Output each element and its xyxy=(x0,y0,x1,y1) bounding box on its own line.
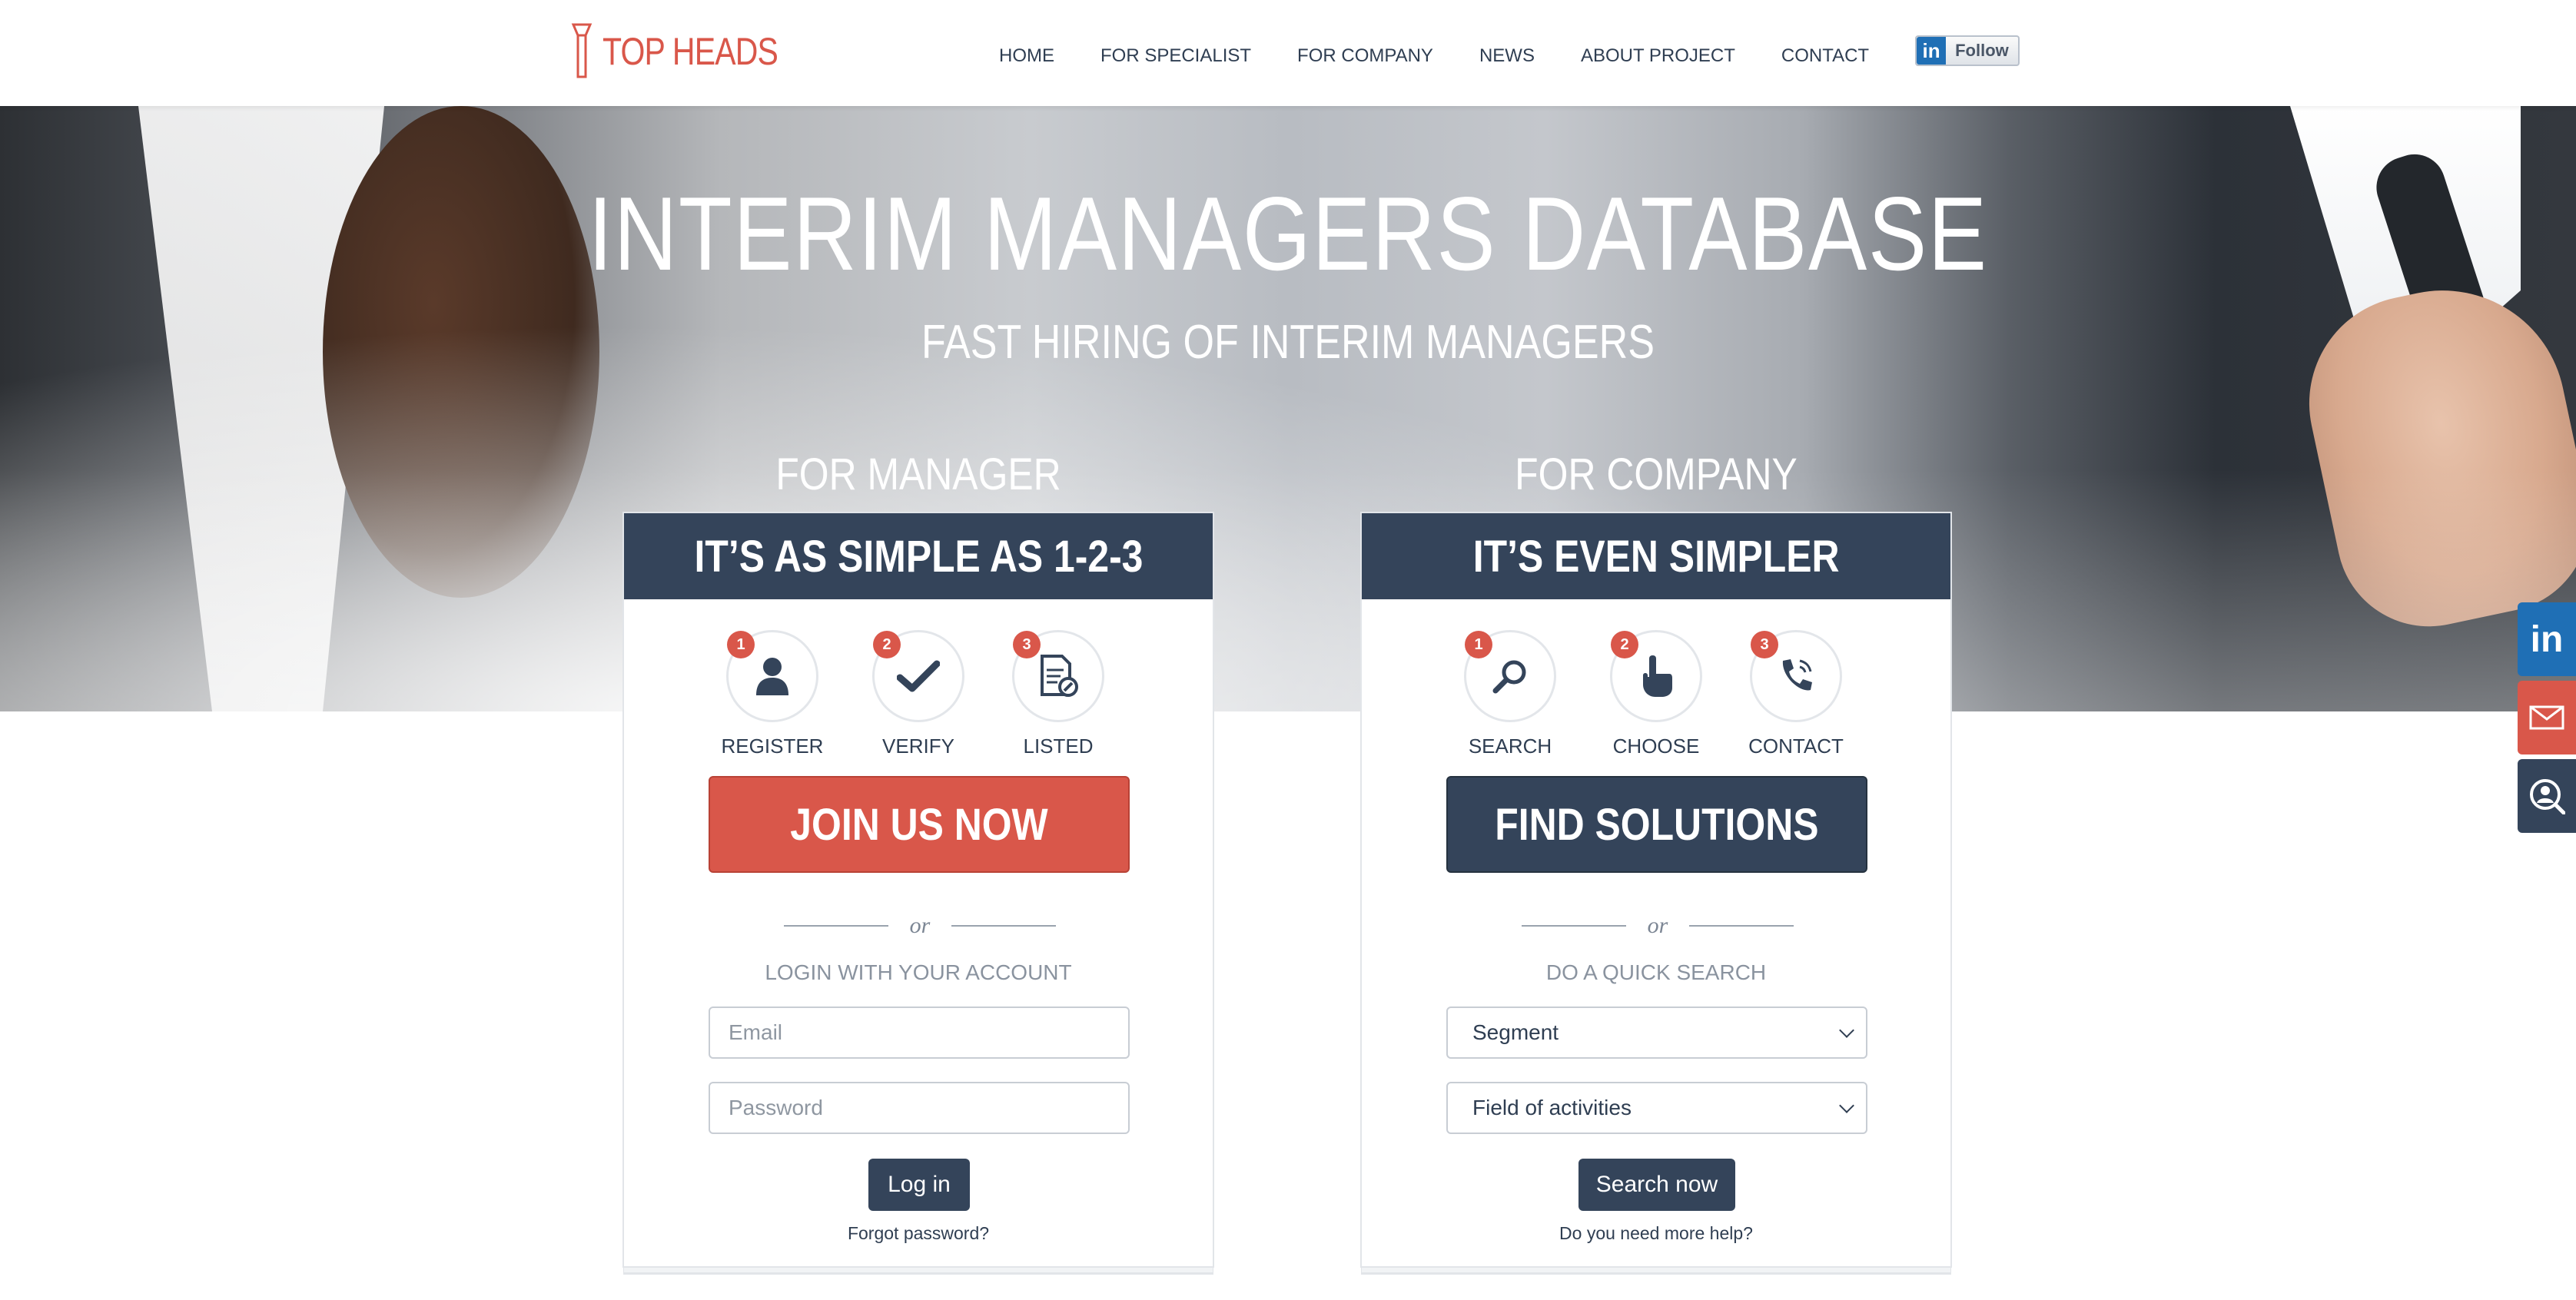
segment-select-value: Segment xyxy=(1472,1020,1559,1044)
side-mail-button[interactable] xyxy=(2518,681,2576,754)
step-label: REGISTER xyxy=(721,735,824,758)
quick-search-caption: DO A QUICK SEARCH xyxy=(1545,960,1767,984)
company-heading: FOR COMPANY xyxy=(1515,449,1798,499)
nav-item-news[interactable]: NEWS xyxy=(1479,39,1535,67)
search-icon xyxy=(1492,660,1526,694)
pointer-hand-icon xyxy=(1643,655,1672,697)
email-field[interactable]: Email xyxy=(709,1007,1130,1059)
user-icon xyxy=(756,658,788,695)
logo-text: TOP HEADS xyxy=(603,30,778,73)
step-circle: 3 xyxy=(1012,630,1104,722)
segment-select[interactable]: Segment xyxy=(1446,1007,1867,1059)
hero-subtitle: FAST HIRING OF INTERIM MANAGERS xyxy=(921,316,1655,369)
login-caption: LOGIN WITH YOUR ACCOUNT xyxy=(765,960,1072,984)
join-us-now-button[interactable]: JOIN US NOW xyxy=(709,776,1130,873)
linkedin-icon: in xyxy=(1917,37,1947,65)
login-button[interactable]: Log in xyxy=(868,1159,970,1211)
field-select-value: Field of activities xyxy=(1472,1096,1632,1119)
phone-icon xyxy=(1782,659,1812,691)
step-listed: 3 LISTED xyxy=(989,630,1127,758)
nav-item-about-project[interactable]: ABOUT PROJECT xyxy=(1581,39,1735,67)
checkmark-icon xyxy=(897,660,940,692)
forgot-password-link[interactable]: Forgot password? xyxy=(624,1223,1213,1244)
step-circle: 1 xyxy=(726,630,818,722)
step-search: 1 SEARCH xyxy=(1441,630,1579,758)
step-number-badge: 2 xyxy=(873,631,901,658)
logo[interactable]: TOP HEADS xyxy=(570,23,816,80)
manager-heading: FOR MANAGER xyxy=(775,449,1061,499)
nav-item-for-specialist[interactable]: FOR SPECIALIST xyxy=(1100,39,1251,67)
hero-title: INTERIM MANAGERS DATABASE xyxy=(588,175,1988,292)
side-linkedin-button[interactable]: in xyxy=(2518,602,2576,676)
manager-steps: 1 REGISTER 2 VERIFY 3 LISTED xyxy=(624,599,1213,764)
divider-line xyxy=(783,925,888,927)
document-icon xyxy=(1041,655,1078,697)
linkedin-icon: in xyxy=(2530,618,2564,660)
nav-item-contact[interactable]: CONTACT xyxy=(1781,39,1869,67)
mail-icon xyxy=(2529,705,2564,730)
divider-line xyxy=(951,925,1057,927)
divider-line xyxy=(1521,925,1626,927)
step-choose: 2 CHOOSE xyxy=(1587,630,1725,758)
step-number-badge: 3 xyxy=(1013,631,1041,658)
step-label: SEARCH xyxy=(1468,735,1552,758)
step-circle: 2 xyxy=(872,630,964,722)
company-panel-bar: IT’S EVEN SIMPLER xyxy=(1362,513,1950,599)
nav-item-home[interactable]: HOME xyxy=(999,39,1054,67)
or-divider: or xyxy=(782,913,1058,939)
divider-line xyxy=(1689,925,1794,927)
main-nav: HOME FOR SPECIALIST FOR COMPANY NEWS ABO… xyxy=(999,0,2020,106)
linkedin-follow-button[interactable]: in Follow xyxy=(1915,35,2020,66)
field-of-activities-select[interactable]: Field of activities xyxy=(1446,1082,1867,1134)
step-register: 1 REGISTER xyxy=(703,630,842,758)
search-now-button[interactable]: Search now xyxy=(1578,1159,1735,1211)
follow-label: Follow xyxy=(1955,41,2009,60)
need-more-help-link[interactable]: Do you need more help? xyxy=(1362,1223,1950,1244)
side-search-button[interactable] xyxy=(2518,759,2576,833)
step-verify: 2 VERIFY xyxy=(849,630,988,758)
step-number-badge: 3 xyxy=(1751,631,1778,658)
step-contact: 3 CONTACT xyxy=(1727,630,1865,758)
manager-panel-bar: IT’S AS SIMPLE AS 1-2-3 xyxy=(624,513,1213,599)
step-label: VERIFY xyxy=(882,735,954,758)
step-label: CHOOSE xyxy=(1612,735,1700,758)
or-text: or xyxy=(909,913,931,938)
manager-panel: IT’S AS SIMPLE AS 1-2-3 1 REGISTER 2 VER… xyxy=(622,512,1214,1268)
logo-mark-icon xyxy=(571,23,593,78)
step-number-badge: 1 xyxy=(1465,631,1492,658)
chevron-down-icon xyxy=(1839,1098,1854,1113)
step-number-badge: 2 xyxy=(1611,631,1638,658)
find-solutions-button[interactable]: FIND SOLUTIONS xyxy=(1446,776,1867,873)
chevron-down-icon xyxy=(1839,1023,1854,1038)
step-circle: 1 xyxy=(1464,630,1556,722)
step-circle: 3 xyxy=(1750,630,1842,722)
site-header: TOP HEADS HOME FOR SPECIALIST FOR COMPAN… xyxy=(0,0,2576,106)
nav-item-for-company[interactable]: FOR COMPANY xyxy=(1297,39,1433,67)
step-label: CONTACT xyxy=(1748,735,1844,758)
step-number-badge: 1 xyxy=(727,631,755,658)
password-field[interactable]: Password xyxy=(709,1082,1130,1134)
company-panel: IT’S EVEN SIMPLER 1 SEARCH 2 CHOOSE 3 CO… xyxy=(1360,512,1952,1268)
step-label: LISTED xyxy=(1023,735,1094,758)
company-steps: 1 SEARCH 2 CHOOSE 3 CONTACT xyxy=(1362,599,1950,764)
step-circle: 2 xyxy=(1610,630,1702,722)
user-search-icon xyxy=(2530,779,2565,814)
or-text: or xyxy=(1647,913,1668,938)
or-divider: or xyxy=(1519,913,1796,939)
